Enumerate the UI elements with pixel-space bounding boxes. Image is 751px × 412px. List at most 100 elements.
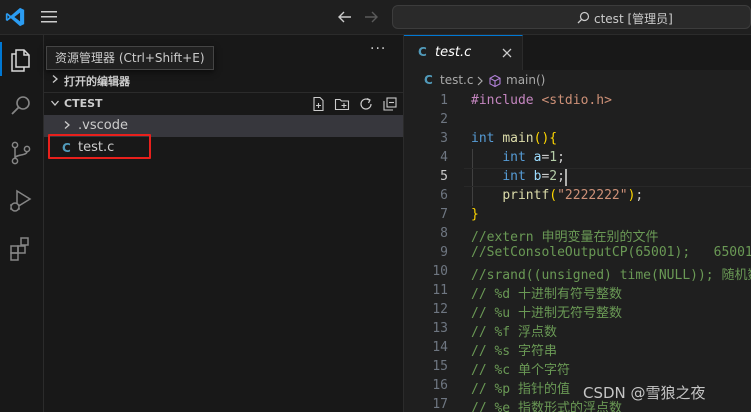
tab-bar: C test.c xyxy=(404,35,751,70)
explorer-icon[interactable] xyxy=(6,45,36,75)
code-token: // %d 十进制有符号整数 xyxy=(471,287,622,302)
code-line[interactable]: 14 // %s 字符串 xyxy=(404,339,751,359)
project-actions xyxy=(310,96,400,112)
code-line[interactable]: 13 // %f 浮点数 xyxy=(404,320,751,340)
forward-arrow-icon[interactable] xyxy=(362,9,380,25)
line-number: 14 xyxy=(432,340,448,355)
breadcrumb-symbol[interactable]: main() xyxy=(506,73,545,87)
watermark: CSDN @雪狼之夜 xyxy=(583,384,706,402)
line-number: 13 xyxy=(432,321,448,336)
code-token: // %u 十进制无符号整数 xyxy=(471,306,622,321)
command-center-label: ctest [管理员] xyxy=(594,12,673,26)
run-debug-icon[interactable] xyxy=(6,186,36,216)
line-number: 5 xyxy=(440,169,448,184)
code-text: int main(){ xyxy=(471,131,557,146)
code-token: // %c 单个字符 xyxy=(471,363,570,378)
line-number: 11 xyxy=(432,283,448,298)
code-line[interactable]: 9 //SetConsoleOutputCP(65001); 65001 xyxy=(404,244,751,263)
close-icon[interactable] xyxy=(501,47,513,59)
open-editors-section-header[interactable]: 打开的编辑器 xyxy=(44,69,403,91)
code-line[interactable]: 7} xyxy=(404,206,751,225)
line-number: 4 xyxy=(440,150,448,165)
code-line[interactable]: 8 //extern 申明变量在别的文件 xyxy=(404,225,751,245)
code-token: int xyxy=(502,169,526,184)
code-editor[interactable]: 1 #include <stdio.h> 2 3 int main(){4 int a=… xyxy=(404,92,751,412)
more-actions-button[interactable]: ··· xyxy=(370,41,386,57)
code-token: 2 xyxy=(549,169,558,184)
code-token: // %s 字符串 xyxy=(471,344,557,359)
code-line[interactable]: 1 #include <stdio.h> xyxy=(404,92,751,111)
line-number: 7 xyxy=(440,207,448,222)
back-arrow-icon[interactable] xyxy=(336,9,354,25)
code-token: //srand((unsigned) time(NULL)); 随机数 xyxy=(471,268,751,283)
code-line[interactable]: 5 int b=2; xyxy=(404,168,751,187)
code-line[interactable]: 10 //srand((unsigned) time(NULL)); 随机数 xyxy=(404,263,751,283)
tree-item-label: .vscode xyxy=(78,118,128,133)
breadcrumb-file[interactable]: test.c xyxy=(440,73,473,87)
code-token: //SetConsoleOutputCP(65001); 65001 xyxy=(471,245,751,260)
line-number: 10 xyxy=(432,264,448,279)
code-line[interactable]: 6 printf("2222222"); xyxy=(404,187,751,206)
source-control-icon[interactable] xyxy=(6,138,36,168)
line-number: 1 xyxy=(440,93,448,108)
code-text: // %f 浮点数 xyxy=(471,321,557,340)
code-text: // %u 十进制无符号整数 xyxy=(471,302,622,321)
code-line[interactable]: 3 int main(){ xyxy=(404,130,751,149)
line-number: 3 xyxy=(440,131,448,146)
code-token: int xyxy=(502,150,526,165)
refresh-icon[interactable] xyxy=(358,96,374,112)
open-editors-label: 打开的编辑器 xyxy=(64,75,130,88)
line-number: 8 xyxy=(440,226,448,241)
annotation-highlight-box xyxy=(48,134,151,159)
breadcrumb: C test.c main() xyxy=(404,70,751,92)
search-icon xyxy=(577,11,590,24)
tab-label: test.c xyxy=(435,45,472,60)
code-token: { xyxy=(549,131,558,146)
code-token: //extern 申明变量在别的文件 xyxy=(471,230,659,245)
extensions-icon[interactable] xyxy=(6,234,36,264)
code-token: ; xyxy=(557,169,565,184)
code-text: //SetConsoleOutputCP(65001); 65001 xyxy=(471,245,751,260)
code-token: #include xyxy=(471,93,534,108)
code-text: int b=2; xyxy=(471,169,565,184)
line-number: 16 xyxy=(432,378,448,393)
code-text: int a=1; xyxy=(471,150,565,165)
code-text: #include <stdio.h> xyxy=(471,93,612,108)
collapse-all-icon[interactable] xyxy=(382,96,398,112)
code-line[interactable]: 12 // %u 十进制无符号整数 xyxy=(404,301,751,321)
search-view-icon[interactable] xyxy=(6,91,36,121)
code-line[interactable]: 15 // %c 单个字符 xyxy=(404,358,751,378)
code-text: printf("2222222"); xyxy=(471,188,643,203)
line-number: 6 xyxy=(440,188,448,203)
hamburger-menu-icon[interactable] xyxy=(40,10,58,24)
tab-test-c[interactable]: C test.c xyxy=(404,35,523,70)
project-section-header[interactable]: CTEST xyxy=(44,92,403,114)
code-token: 1 xyxy=(549,150,558,165)
chevron-right-icon xyxy=(64,121,70,129)
code-line[interactable]: 11 // %d 十进制有符号整数 xyxy=(404,282,751,302)
title-bar: ctest [管理员] xyxy=(0,0,751,35)
explorer-sidebar: ··· 打开的编辑器 CTEST .vscode C test.c xyxy=(44,35,404,412)
code-text: // %s 字符串 xyxy=(471,340,557,359)
project-label: CTEST xyxy=(64,97,103,110)
line-number: 12 xyxy=(432,302,448,317)
new-file-icon[interactable] xyxy=(310,96,326,112)
line-number: 15 xyxy=(432,359,448,374)
code-text: } xyxy=(471,207,479,222)
code-line[interactable]: 4 int a=1; xyxy=(404,149,751,168)
chevron-right-icon xyxy=(52,75,58,83)
chevron-right-icon xyxy=(477,76,483,86)
code-token: ; xyxy=(557,150,565,165)
line-number: 9 xyxy=(440,245,448,260)
new-folder-icon[interactable] xyxy=(334,96,350,112)
code-line[interactable]: 2 xyxy=(404,111,751,130)
c-file-icon: C xyxy=(418,45,427,59)
code-token: // %p 指针的值 xyxy=(471,382,570,397)
editor-area: C test.c C test.c main() 1 #include <stdi… xyxy=(404,35,751,412)
command-center-search[interactable]: ctest [管理员] xyxy=(392,5,751,29)
code-text: // %c 单个字符 xyxy=(471,359,570,378)
code-token: printf xyxy=(502,188,550,203)
method-symbol-icon xyxy=(489,74,501,88)
